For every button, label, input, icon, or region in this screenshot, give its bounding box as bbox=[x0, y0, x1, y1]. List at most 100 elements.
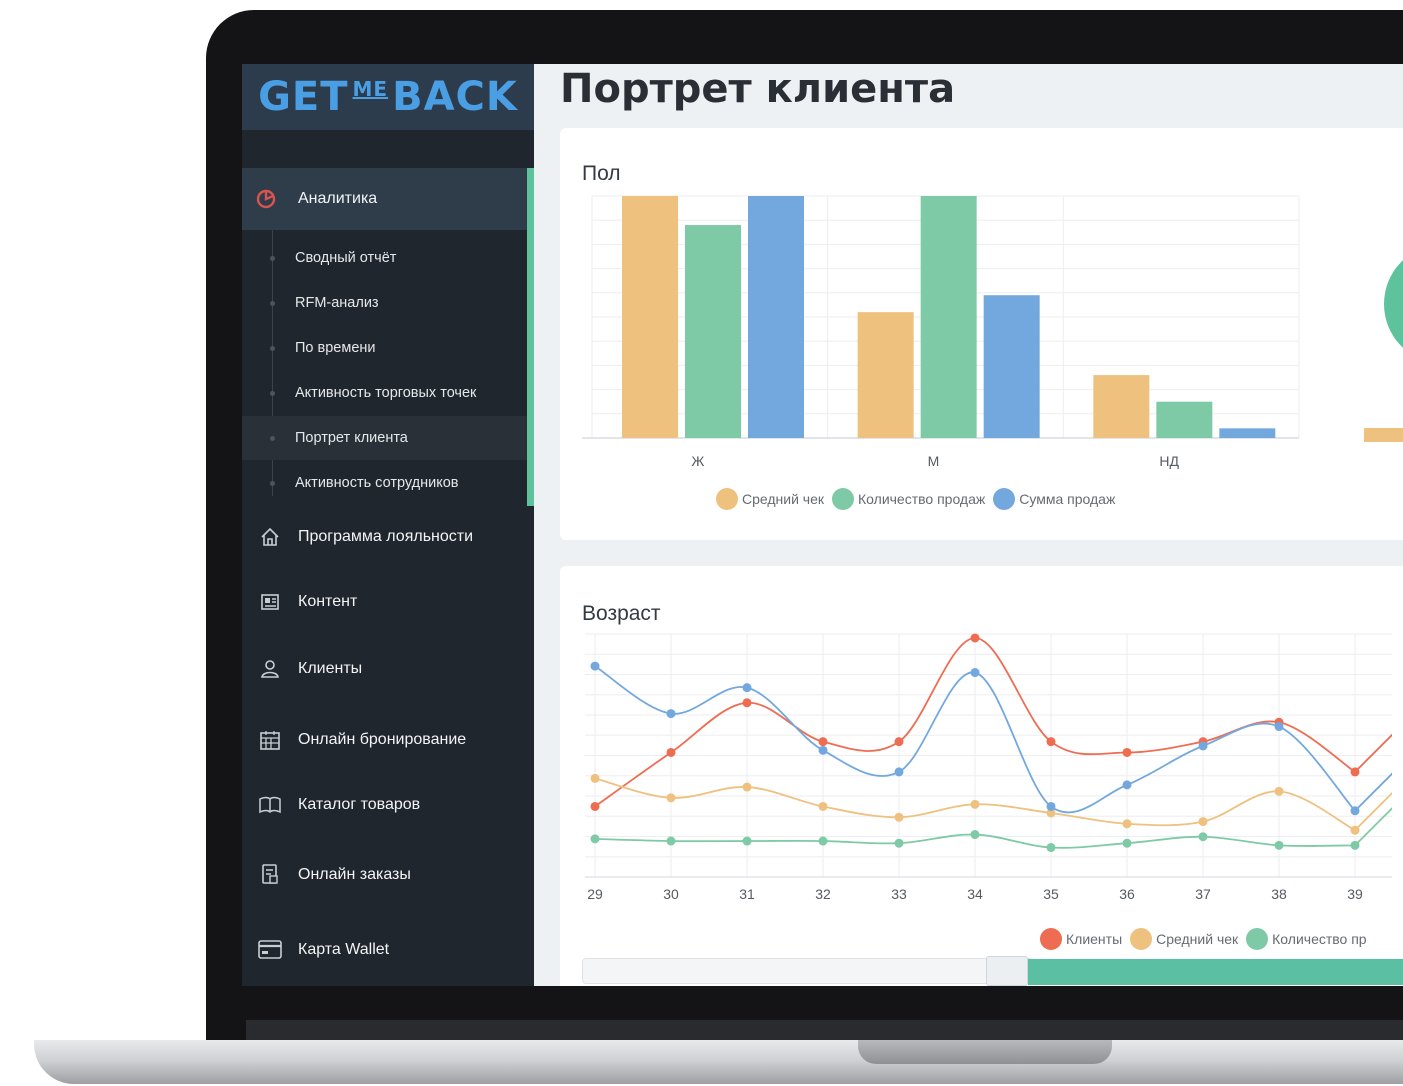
user-icon bbox=[242, 658, 298, 680]
sidebar: GET ME BACK Аналитика Сводный отчёт RFM-… bbox=[242, 64, 534, 986]
sidebar-item-catalog[interactable]: Каталог товаров bbox=[242, 788, 527, 822]
submenu-item-label: Сводный отчёт bbox=[295, 250, 397, 266]
bullet bbox=[270, 300, 275, 306]
data-point bbox=[818, 801, 828, 811]
submenu-item-outlet-activity[interactable]: Активность торговых точек bbox=[242, 371, 527, 415]
legend-item[interactable]: Сумма продаж bbox=[993, 488, 1115, 510]
submenu-item-client-portrait[interactable]: Портрет клиента bbox=[242, 416, 527, 460]
submenu-item-label: Активность торговых точек bbox=[295, 385, 477, 401]
x-tick-label: 36 bbox=[1119, 886, 1135, 902]
bar bbox=[1093, 375, 1150, 438]
data-point bbox=[1350, 767, 1360, 777]
x-tick-label: Ж bbox=[691, 453, 704, 469]
sidebar-item-orders[interactable]: Онлайн заказы bbox=[242, 858, 527, 892]
screen: GET ME BACK Аналитика Сводный отчёт RFM-… bbox=[242, 64, 1403, 986]
x-tick-label: 34 bbox=[967, 886, 983, 902]
legend-marker bbox=[1246, 928, 1269, 950]
data-point bbox=[666, 747, 676, 757]
data-point bbox=[742, 683, 752, 693]
range-slider-track[interactable] bbox=[582, 958, 1034, 984]
sidebar-item-label: Аналитика bbox=[298, 190, 378, 207]
legend-label: Средний чек bbox=[1156, 931, 1239, 947]
x-tick-label: 30 bbox=[663, 886, 679, 902]
data-point bbox=[1122, 838, 1132, 848]
data-point bbox=[970, 668, 980, 678]
data-point bbox=[1350, 806, 1360, 816]
legend-item[interactable]: Клиенты bbox=[1040, 928, 1122, 950]
x-tick-label: 37 bbox=[1195, 886, 1211, 902]
submenu-item-label: По времени bbox=[295, 340, 376, 356]
submenu-item-label: RFM-анализ bbox=[295, 295, 379, 311]
bar bbox=[622, 196, 678, 438]
data-point bbox=[666, 709, 676, 719]
submenu-item-by-time[interactable]: По времени bbox=[242, 326, 527, 370]
data-point bbox=[666, 793, 676, 803]
legend-item[interactable]: Средний чек bbox=[1130, 928, 1238, 950]
x-tick-label: 31 bbox=[739, 886, 755, 902]
content-icon bbox=[242, 591, 298, 613]
bullet bbox=[270, 480, 275, 486]
sidebar-item-label: Каталог товаров bbox=[298, 796, 421, 813]
data-point bbox=[1198, 741, 1208, 751]
data-point bbox=[818, 836, 828, 846]
age-legend: Клиенты Средний чек Количество пр bbox=[1040, 928, 1375, 950]
logo-text-left: GET bbox=[258, 74, 349, 120]
gender-bar-chart: Ж М НД bbox=[582, 195, 1300, 469]
sidebar-item-clients[interactable]: Клиенты bbox=[242, 652, 527, 686]
data-point bbox=[818, 745, 828, 755]
bar bbox=[685, 225, 741, 438]
data-point bbox=[590, 834, 600, 844]
data-point bbox=[590, 801, 600, 811]
logo-text-middle: ME bbox=[352, 77, 389, 101]
bar bbox=[1219, 428, 1276, 438]
legend-label: Клиенты bbox=[1066, 931, 1123, 947]
legend-marker bbox=[1130, 928, 1153, 950]
legend-label: Количество продаж bbox=[858, 491, 986, 507]
sidebar-item-wallet[interactable]: Карта Wallet bbox=[242, 933, 527, 967]
data-point bbox=[1274, 722, 1284, 732]
data-point bbox=[1198, 832, 1208, 842]
legend-item[interactable]: Количество продаж bbox=[832, 488, 985, 510]
logo[interactable]: GET ME BACK bbox=[242, 64, 534, 130]
x-tick-label: 39 bbox=[1347, 886, 1363, 902]
bar bbox=[857, 312, 914, 438]
legend-marker bbox=[832, 488, 855, 510]
range-slider-handle[interactable] bbox=[986, 956, 1028, 986]
bar bbox=[748, 196, 804, 438]
cropped-bar bbox=[1364, 428, 1403, 442]
book-icon bbox=[242, 794, 298, 816]
x-tick-label: 29 bbox=[587, 886, 603, 902]
laptop-hinge bbox=[246, 1020, 1403, 1042]
bar bbox=[983, 295, 1040, 438]
legend-item[interactable]: Количество пр bbox=[1246, 928, 1367, 950]
sidebar-item-booking[interactable]: Онлайн бронирование bbox=[242, 723, 527, 757]
bar bbox=[1156, 401, 1213, 438]
legend-item[interactable]: Средний чек bbox=[716, 488, 824, 510]
sidebar-item-label: Карта Wallet bbox=[298, 941, 390, 958]
age-chart-title: Возраст bbox=[582, 602, 661, 625]
laptop-base bbox=[34, 1040, 1403, 1084]
submenu-item-rfm[interactable]: RFM-анализ bbox=[242, 281, 527, 325]
data-point bbox=[970, 830, 980, 840]
data-point bbox=[666, 836, 676, 846]
order-icon bbox=[242, 863, 298, 887]
data-point bbox=[894, 737, 904, 747]
sidebar-item-content[interactable]: Контент bbox=[242, 585, 527, 619]
range-slider-selection[interactable] bbox=[1028, 959, 1403, 985]
data-point bbox=[1274, 840, 1284, 850]
bullet bbox=[270, 435, 275, 441]
submenu-item-staff-activity[interactable]: Активность сотрудников bbox=[242, 461, 527, 505]
submenu-item-summary[interactable]: Сводный отчёт bbox=[242, 236, 527, 280]
sidebar-item-label: Программа лояльности bbox=[298, 528, 474, 545]
legend-label: Количество пр bbox=[1272, 931, 1367, 947]
x-tick-label: НД bbox=[1159, 453, 1179, 469]
sidebar-item-loyalty[interactable]: Программа лояльности bbox=[242, 520, 527, 554]
submenu-item-label: Портрет клиента bbox=[295, 430, 408, 446]
x-tick-label: 33 bbox=[891, 886, 907, 902]
series-line bbox=[594, 777, 1392, 832]
age-line-chart: 29 30 31 32 33 34 35 36 37 38 39 bbox=[585, 633, 1392, 902]
series-line bbox=[594, 637, 1392, 808]
x-tick-label: 35 bbox=[1043, 886, 1059, 902]
sidebar-item-analytics[interactable]: Аналитика bbox=[242, 168, 534, 230]
x-tick-label: М bbox=[928, 453, 940, 469]
